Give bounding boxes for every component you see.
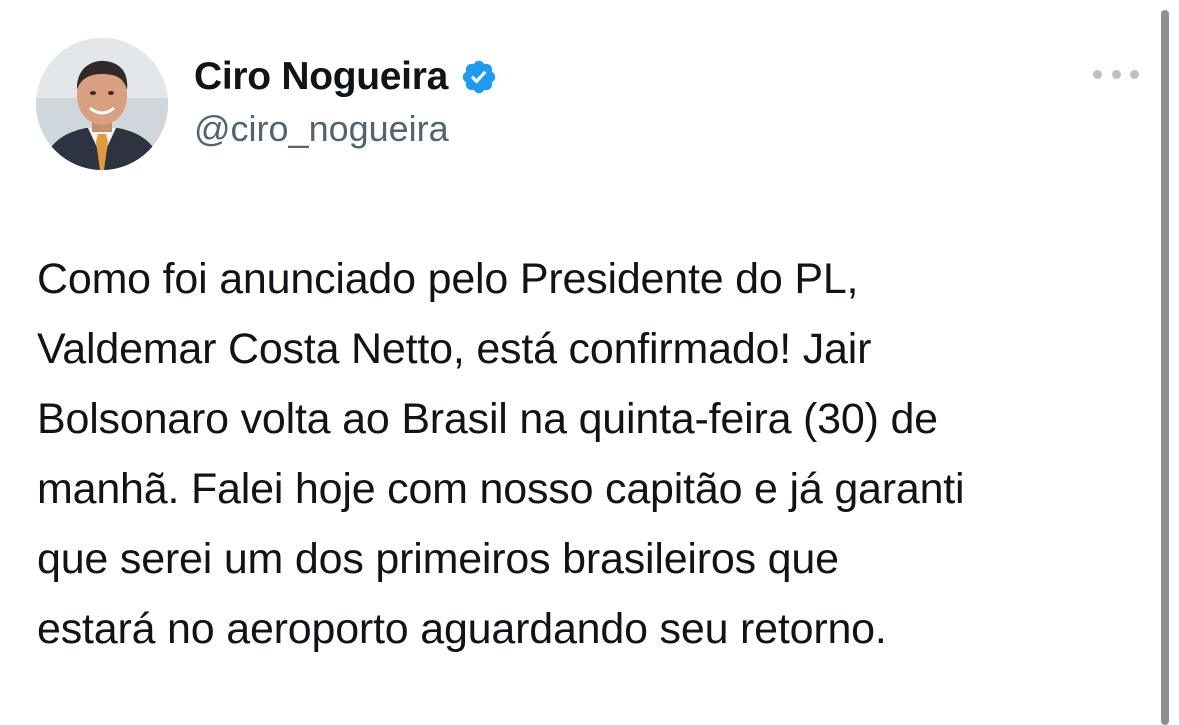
author-display-name[interactable]: Ciro Nogueira [194, 55, 448, 99]
verified-badge-icon [460, 58, 498, 96]
tweet-text-line: Bolsonaro volta ao Brasil na quinta-feir… [37, 395, 938, 443]
author-name-row: Ciro Nogueira [194, 52, 498, 102]
more-dot [1093, 69, 1102, 79]
tweet-text-line: estará no aeroporto aguardando seu retor… [37, 605, 887, 653]
more-horizontal-icon[interactable] [1093, 62, 1139, 86]
tweet-text-line: que serei um dos primeiros brasileiros q… [37, 535, 839, 583]
author-handle[interactable]: @ciro_nogueira [194, 108, 449, 150]
scrollbar[interactable] [1161, 10, 1169, 725]
tweet-text-line: Como foi anunciado pelo Presidente do PL… [37, 255, 859, 303]
tweet-text: Como foi anunciado pelo Presidente do PL… [37, 244, 1147, 664]
avatar-photo [36, 38, 168, 170]
avatar[interactable] [36, 38, 168, 170]
tweet-card: Ciro Nogueira @ciro_nogueira Como foi an… [0, 0, 1160, 725]
tweet-text-line: manhã. Falei hoje com nosso capitão e já… [37, 465, 965, 513]
tweet-text-line: Valdemar Costa Netto, está confirmado! J… [37, 325, 872, 373]
more-dot [1130, 69, 1139, 79]
more-dot [1111, 69, 1121, 79]
